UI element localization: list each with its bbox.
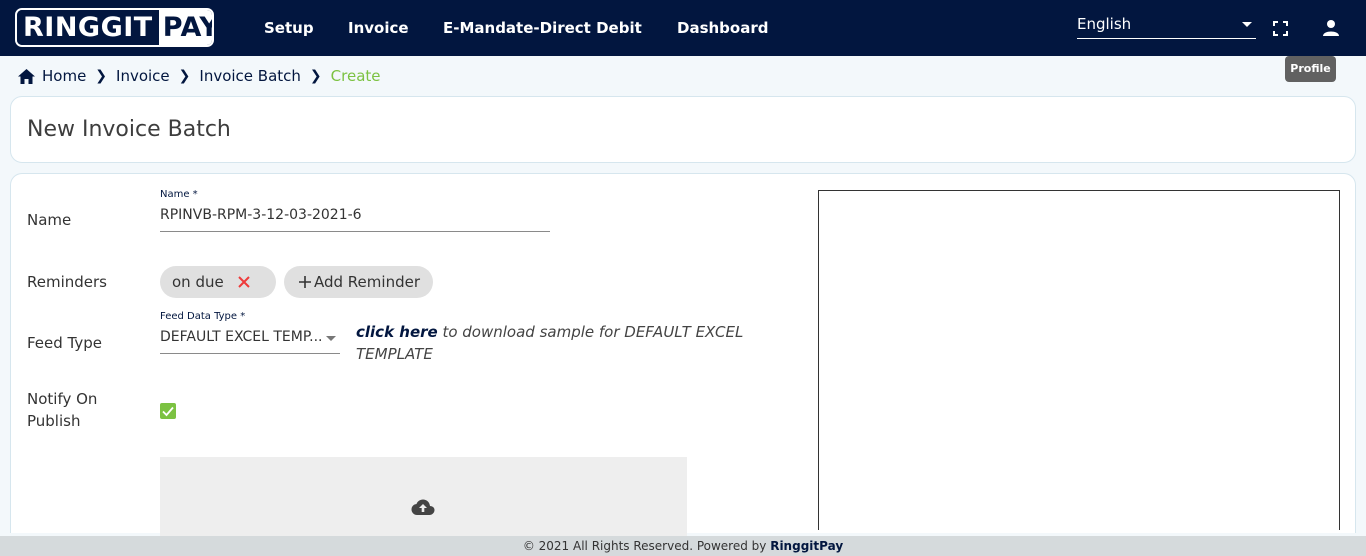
language-select-value: English xyxy=(1077,15,1132,33)
page-title: New Invoice Batch xyxy=(27,117,231,142)
breadcrumb-invoice-batch[interactable]: Invoice Batch xyxy=(199,67,301,85)
preview-panel xyxy=(818,190,1340,530)
breadcrumb-home[interactable]: Home xyxy=(42,67,86,85)
feed-data-type-value: DEFAULT EXCEL TEMP... xyxy=(160,329,323,345)
footer-text: © 2021 All Rights Reserved. Powered by xyxy=(522,539,771,553)
breadcrumb-invoice[interactable]: Invoice xyxy=(116,67,170,85)
logo-text-ringgit: RINGGIT xyxy=(17,10,159,45)
cloud-upload-icon xyxy=(411,499,435,520)
breadcrumb: Home ❯ Invoice ❯ Invoice Batch ❯ Create xyxy=(18,66,381,86)
home-icon[interactable] xyxy=(18,68,35,84)
caret-down-icon xyxy=(326,336,336,341)
top-navbar: RINGGIT PAY Setup Invoice E-Mandate-Dire… xyxy=(0,0,1366,56)
nav-invoice[interactable]: Invoice xyxy=(348,19,409,37)
nav-e-mandate-direct-debit[interactable]: E-Mandate-Direct Debit xyxy=(443,19,642,37)
profile-tooltip: Profile xyxy=(1285,56,1336,82)
click-here-link[interactable]: click here xyxy=(356,323,438,341)
feed-type-label: Feed Type xyxy=(27,334,103,352)
fullscreen-icon[interactable] xyxy=(1273,21,1288,40)
reminder-chip-on-due: on due xyxy=(160,266,276,298)
name-input[interactable]: RPINVB-RPM-3-12-03-2021-6 xyxy=(160,207,550,232)
person-icon[interactable] xyxy=(1322,19,1340,41)
notify-on-publish-label: Notify On Publish xyxy=(27,390,98,430)
name-field-label: Name * xyxy=(160,189,198,200)
language-select[interactable]: English xyxy=(1077,15,1256,39)
feed-data-type-field-label: Feed Data Type * xyxy=(160,311,246,322)
footer: © 2021 All Rights Reserved. Powered by R… xyxy=(0,536,1366,556)
name-input-value: RPINVB-RPM-3-12-03-2021-6 xyxy=(160,207,362,223)
chevron-right-icon: ❯ xyxy=(309,68,322,84)
chevron-right-icon: ❯ xyxy=(95,68,108,84)
check-icon xyxy=(162,406,174,417)
chevron-right-icon: ❯ xyxy=(178,68,191,84)
add-reminder-label: Add Reminder xyxy=(314,273,420,291)
caret-down-icon xyxy=(1242,22,1252,27)
reminders-label: Reminders xyxy=(27,273,107,291)
plus-icon xyxy=(298,275,312,289)
feed-data-type-select[interactable]: DEFAULT EXCEL TEMP... xyxy=(160,329,340,354)
notify-on-publish-checkbox[interactable] xyxy=(160,403,176,419)
breadcrumb-create: Create xyxy=(330,67,381,85)
sample-download-text: click here to download sample for DEFAUL… xyxy=(356,321,776,365)
name-label: Name xyxy=(27,211,72,229)
page-header-card: New Invoice Batch xyxy=(10,96,1356,163)
reminder-chip-label: on due xyxy=(172,273,224,291)
nav-dashboard[interactable]: Dashboard xyxy=(677,19,768,37)
file-upload-dropzone[interactable] xyxy=(160,457,687,537)
invoice-batch-form: Name Name * RPINVB-RPM-3-12-03-2021-6 Re… xyxy=(10,173,1356,537)
ringgitpay-logo[interactable]: RINGGIT PAY xyxy=(15,8,214,47)
logo-text-pay: PAY xyxy=(158,10,212,45)
footer-brand[interactable]: RinggitPay xyxy=(770,539,843,553)
add-reminder-button[interactable]: Add Reminder xyxy=(284,266,433,298)
close-icon[interactable] xyxy=(238,276,250,288)
nav-setup[interactable]: Setup xyxy=(264,19,314,37)
